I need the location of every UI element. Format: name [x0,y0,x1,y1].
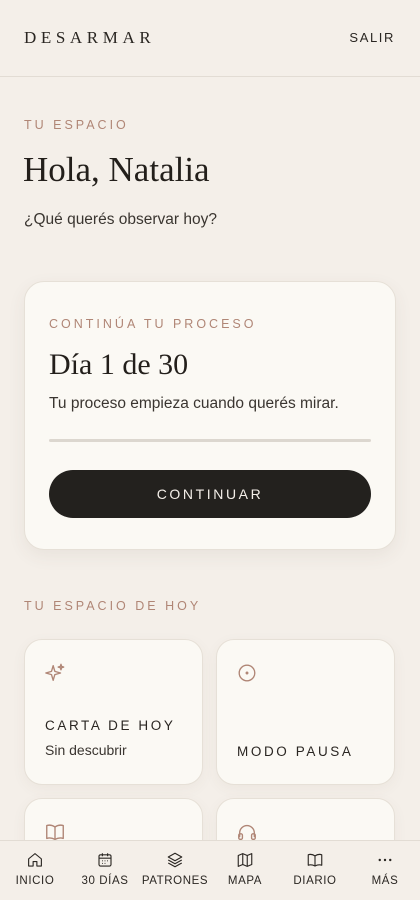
nav-item-mas[interactable]: MÁS [350,841,420,900]
greeting-question: ¿Qué querés observar hoy? [24,211,217,228]
nav-label: INICIO [15,875,55,887]
today-eyebrow: TU ESPACIO DE HOY [24,599,202,613]
nav-label: 30 DÍAS [81,875,129,887]
nav-label: MÁS [371,875,399,887]
process-card: CONTINÚA TU PROCESO Día 1 de 30 Tu proce… [24,281,396,550]
process-progress-bar [49,439,371,442]
nav-label: PATRONES [141,875,209,887]
layers-icon [167,852,183,868]
tile-subtitle: Sin descubrir [45,742,127,758]
continue-button[interactable]: CONTINUAR [49,470,371,518]
nav-label: DIARIO [293,875,337,887]
tile-title: CARTA DE HOY [45,718,176,733]
brand-logo: DESARMAR [24,28,156,47]
calendar-icon [98,853,112,867]
process-subtitle: Tu proceso empieza cuando querés mirar. [49,395,339,412]
book-icon [307,853,323,867]
map-icon [237,853,253,867]
tile-modo-pausa[interactable]: MODO PAUSA [216,639,395,785]
process-eyebrow: CONTINÚA TU PROCESO [49,317,257,331]
nav-item-diario[interactable]: DIARIO [280,841,350,900]
section-eyebrow: TU ESPACIO [24,118,129,132]
process-day-title: Día 1 de 30 [49,348,189,381]
tile-title: MODO PAUSA [237,744,354,759]
app-header: DESARMAR SALIR [0,0,420,77]
tile-carta-de-hoy[interactable]: CARTA DE HOY Sin descubrir [24,639,203,785]
pause-circle-icon [238,664,256,682]
more-icon [378,858,392,862]
sparkles-icon [45,663,65,682]
nav-item-inicio[interactable]: INICIO [0,841,70,900]
greeting-title: Hola, Natalia [23,150,210,189]
nav-item-patrones[interactable]: PATRONES [140,841,210,900]
home-icon [28,853,42,867]
nav-item-mapa[interactable]: MAPA [210,841,280,900]
nav-item-30-dias[interactable]: 30 DÍAS [70,841,140,900]
bottom-nav: INICIO 30 DÍAS PATRONES MAPA DIARIO MÁS [0,840,420,900]
nav-label: MAPA [227,875,263,887]
logout-button[interactable]: SALIR [349,30,395,45]
